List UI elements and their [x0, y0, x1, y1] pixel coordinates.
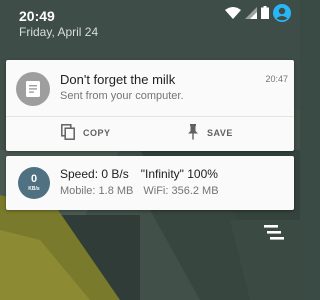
speed-meter-icon: 0 KB/s [18, 167, 50, 199]
usage-line: Mobile: 1.8 MB WiFi: 356.2 MB [60, 185, 219, 197]
speed-extra: "Infinity" 100% [140, 167, 218, 181]
speed-icon-unit: KB/s [28, 186, 40, 192]
copy-button[interactable]: COPY [61, 118, 111, 148]
clear-all-icon[interactable] [264, 224, 286, 247]
speed-icon-value: 0 [30, 173, 38, 185]
notification-speed[interactable]: 0 KB/s Speed: 0 B/s "Infinity" 100% Mobil… [6, 156, 294, 210]
notification-text: Sent from your computer. [60, 90, 184, 102]
copy-icon [61, 124, 75, 142]
battery-icon [261, 6, 269, 24]
date-label: Friday, April 24 [19, 25, 99, 39]
copy-label: COPY [83, 128, 111, 138]
pin-icon [187, 124, 199, 142]
notification-title: Don't forget the milk [60, 72, 176, 87]
wifi-icon [225, 6, 241, 24]
wifi-usage: WiFi: 356.2 MB [143, 185, 219, 197]
divider [6, 116, 294, 117]
notification-milk[interactable]: Don't forget the milk Sent from your com… [6, 60, 294, 151]
mobile-usage: Mobile: 1.8 MB [60, 185, 134, 197]
speed-line: Speed: 0 B/s "Infinity" 100% [60, 167, 218, 181]
system-icons [225, 3, 291, 27]
speed-label: Speed: 0 B/s [60, 167, 129, 181]
notification-time: 20:47 [265, 74, 288, 84]
user-avatar-icon[interactable] [273, 3, 291, 27]
save-button[interactable]: SAVE [187, 118, 233, 148]
save-label: SAVE [207, 128, 233, 138]
document-icon [16, 72, 50, 106]
clock-time: 20:49 [19, 8, 55, 24]
status-bar: 20:49 Friday, April 24 [0, 0, 300, 58]
signal-icon [245, 6, 257, 24]
